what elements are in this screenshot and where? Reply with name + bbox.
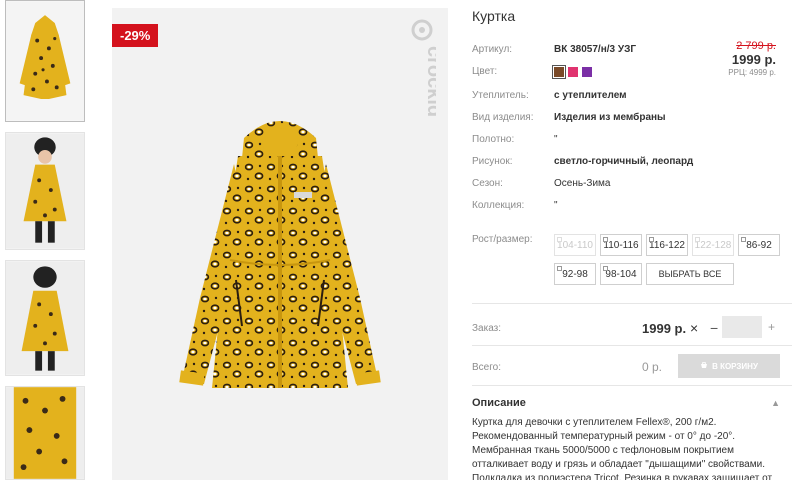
attribute-label: Вид изделия: <box>472 112 534 123</box>
thumbnail-image <box>6 387 84 479</box>
quantity-minus-button[interactable]: − <box>710 320 718 336</box>
quantity-plus-button[interactable]: + <box>768 320 775 334</box>
svg-text:crockid: crockid <box>423 46 436 117</box>
attribute-label: Цвет: <box>472 66 498 77</box>
thumbnail-image <box>6 1 84 121</box>
size-button-92-98[interactable]: 92-98 <box>554 263 596 285</box>
thumbnail-image <box>6 133 84 249</box>
product-info-panel: Куртка 2 799 р. 1999 р. РРЦ: 4999 р. Арт… <box>472 0 792 480</box>
brand-logo: crockid <box>408 18 436 148</box>
size-button-98-104[interactable]: 98-104 <box>600 263 642 285</box>
attribute-pattern: Рисунок: светло-горчичный, леопард <box>472 156 792 170</box>
attribute-label: Утеплитель: <box>472 90 529 101</box>
attribute-color: Цвет: <box>472 66 792 80</box>
checkbox-corner-icon <box>557 237 562 242</box>
product-title: Куртка <box>472 8 516 24</box>
jacket-illustration <box>179 121 381 388</box>
attribute-insulation: Утеплитель: с утеплителем <box>472 90 792 104</box>
color-swatches <box>552 65 592 79</box>
cart-icon <box>701 362 708 368</box>
size-label: 116-122 <box>649 239 685 251</box>
crockid-logo-icon: crockid <box>411 19 436 117</box>
attribute-label: Полотно: <box>472 134 515 145</box>
collapse-arrow-icon[interactable]: ▲ <box>771 398 780 408</box>
size-label: 104-110 <box>557 239 593 251</box>
checkbox-corner-icon <box>741 237 746 242</box>
checkbox-corner-icon <box>557 266 562 271</box>
size-button-116-122[interactable]: 116-122 <box>646 234 688 256</box>
attribute-label: Артикул: <box>472 44 513 55</box>
attribute-label: Рисунок: <box>472 156 513 167</box>
main-product-image[interactable]: -29% crockid <box>112 8 448 480</box>
divider <box>472 303 792 304</box>
discount-badge: -29% <box>112 24 159 47</box>
attribute-label: Коллекция: <box>472 200 525 211</box>
total-value: 0 р. <box>642 360 663 374</box>
attribute-value: " <box>554 200 558 211</box>
size-button-122-128[interactable]: 122-128 <box>692 234 734 256</box>
order-price: 1999 р. <box>642 321 687 336</box>
order-label: Заказ: <box>472 323 502 334</box>
sizes-label: Рост/размер: <box>472 234 533 245</box>
checkbox-corner-icon <box>695 237 700 242</box>
thumbnail-2[interactable] <box>5 132 85 250</box>
size-label: 92-98 <box>562 268 588 280</box>
attribute-value: светло-горчичный, леопард <box>554 156 694 167</box>
quantity-input[interactable] <box>722 316 762 338</box>
checkbox-corner-icon <box>603 237 608 242</box>
attribute-season: Сезон: Осень-Зима <box>472 178 792 192</box>
size-label: 86-92 <box>746 239 772 251</box>
remove-order-icon[interactable]: × <box>690 320 698 336</box>
attribute-fabric: Полотно: " <box>472 134 792 148</box>
total-label: Всего: <box>472 362 501 373</box>
attribute-value: " <box>554 134 558 145</box>
divider <box>472 345 792 346</box>
attribute-label: Сезон: <box>472 178 503 189</box>
description-title[interactable]: Описание <box>472 397 526 409</box>
thumbnail-gallery <box>0 0 90 480</box>
checkbox-corner-icon <box>603 266 608 271</box>
size-button-86-92[interactable]: 86-92 <box>738 234 780 256</box>
thumbnail-4[interactable] <box>5 386 85 480</box>
add-to-cart-button[interactable]: В КОРЗИНУ <box>678 354 780 378</box>
attribute-value: с утеплителем <box>554 90 627 101</box>
attribute-value: Осень-Зима <box>554 178 611 189</box>
thumbnail-image <box>6 261 84 375</box>
color-swatch-brown[interactable] <box>552 65 566 79</box>
attribute-article: Артикул: ВК 38057/н/3 УЗГ <box>472 44 792 58</box>
size-button-104-110[interactable]: 104-110 <box>554 234 596 256</box>
color-swatch-purple[interactable] <box>582 67 592 77</box>
size-label: 110-116 <box>603 239 639 251</box>
checkbox-corner-icon <box>649 237 654 242</box>
size-label: 122-128 <box>694 239 732 251</box>
attribute-value: ВК 38057/н/3 УЗГ <box>554 44 637 55</box>
divider <box>472 385 792 386</box>
size-button-110-116[interactable]: 110-116 <box>600 234 642 256</box>
add-to-cart-label: В КОРЗИНУ <box>712 361 758 371</box>
color-swatch-pink[interactable] <box>568 67 578 77</box>
attribute-value: Изделия из мембраны <box>554 112 666 123</box>
select-all-sizes-button[interactable]: ВЫБРАТЬ ВСЕ <box>646 263 734 285</box>
description-text: Куртка для девочки с утеплителем Fellex®… <box>472 417 773 480</box>
size-label: 98-104 <box>605 268 637 280</box>
thumbnail-1[interactable] <box>5 0 85 122</box>
attribute-product-type: Вид изделия: Изделия из мембраны <box>472 112 792 126</box>
attribute-collection: Коллекция: " <box>472 200 792 214</box>
thumbnail-3[interactable] <box>5 260 85 376</box>
